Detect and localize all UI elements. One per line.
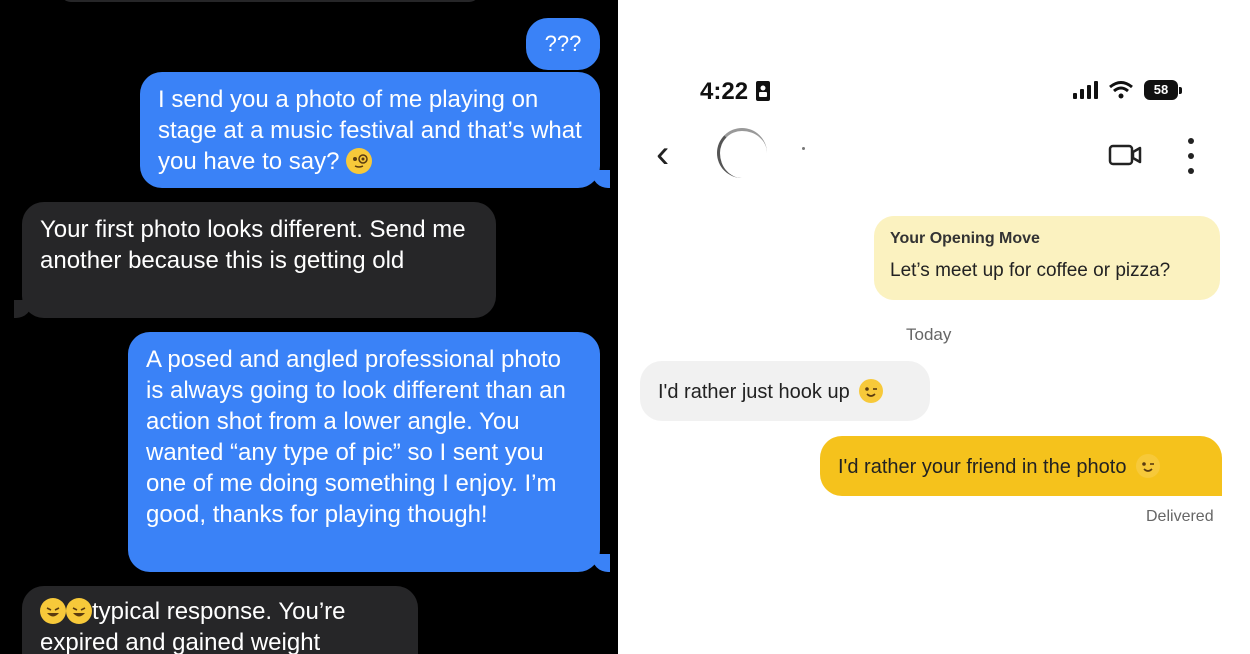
incoming-message-text: I'd rather just hook up — [658, 381, 850, 403]
received-message-1-text: Your first photo looks different. Send m… — [40, 216, 466, 274]
status-icons: 58 — [1073, 80, 1182, 100]
incoming-message[interactable]: I'd rather just hook up — [640, 361, 930, 421]
rolling-laughing-emoji-icon — [66, 598, 92, 624]
opening-move-title: Your Opening Move — [890, 230, 1040, 247]
delivery-status: Delivered — [1146, 508, 1214, 525]
contact-name-redacted — [802, 147, 805, 150]
sent-bubble-tail — [592, 170, 610, 188]
received-bubble-tail — [14, 300, 32, 318]
video-call-icon[interactable] — [1108, 142, 1142, 168]
sent-bubble-tail — [592, 554, 610, 572]
winking-face-emoji-icon — [1136, 454, 1160, 478]
opening-move-card: Your Opening Move Let’s meet up for coff… — [874, 216, 1220, 300]
opening-move-message: Let’s meet up for coffee or pizza? — [890, 260, 1171, 281]
more-options-icon[interactable] — [1188, 138, 1196, 174]
received-message-2[interactable]: typical response. You’re expired and gai… — [22, 586, 418, 654]
sent-message-3-text: A posed and angled professional photo is… — [146, 346, 566, 528]
status-time: 4:22 — [700, 78, 771, 106]
battery-icon: 58 — [1144, 80, 1182, 100]
contact-card-icon — [755, 81, 770, 101]
right-chat-screenshot: 4:22 58 ‹ Your Opening Move Let’s meet u… — [622, 0, 1250, 654]
left-chat-screenshot: ??? I send you a photo of me playing on … — [0, 0, 618, 654]
monocle-face-emoji-icon — [346, 148, 373, 174]
sent-message-2[interactable]: I send you a photo of me playing on stag… — [140, 72, 600, 188]
rolling-laughing-emoji-icon — [40, 598, 66, 624]
outgoing-message-text: I'd rather your friend in the photo — [838, 456, 1127, 478]
back-chevron-icon[interactable]: ‹ — [656, 134, 669, 174]
outgoing-message[interactable]: I'd rather your friend in the photo — [820, 436, 1222, 496]
date-separator: Today — [906, 325, 952, 344]
signal-icon — [1073, 81, 1098, 99]
winking-face-emoji-icon — [859, 379, 884, 403]
cut-off-received-bubble — [60, 0, 480, 2]
sent-message-1-text: ??? — [544, 31, 582, 56]
wifi-icon — [1109, 81, 1133, 99]
sent-message-3[interactable]: A posed and angled professional photo is… — [128, 332, 600, 572]
avatar[interactable] — [717, 128, 767, 178]
sent-message-1[interactable]: ??? — [526, 18, 600, 70]
received-message-1[interactable]: Your first photo looks different. Send m… — [22, 202, 496, 318]
